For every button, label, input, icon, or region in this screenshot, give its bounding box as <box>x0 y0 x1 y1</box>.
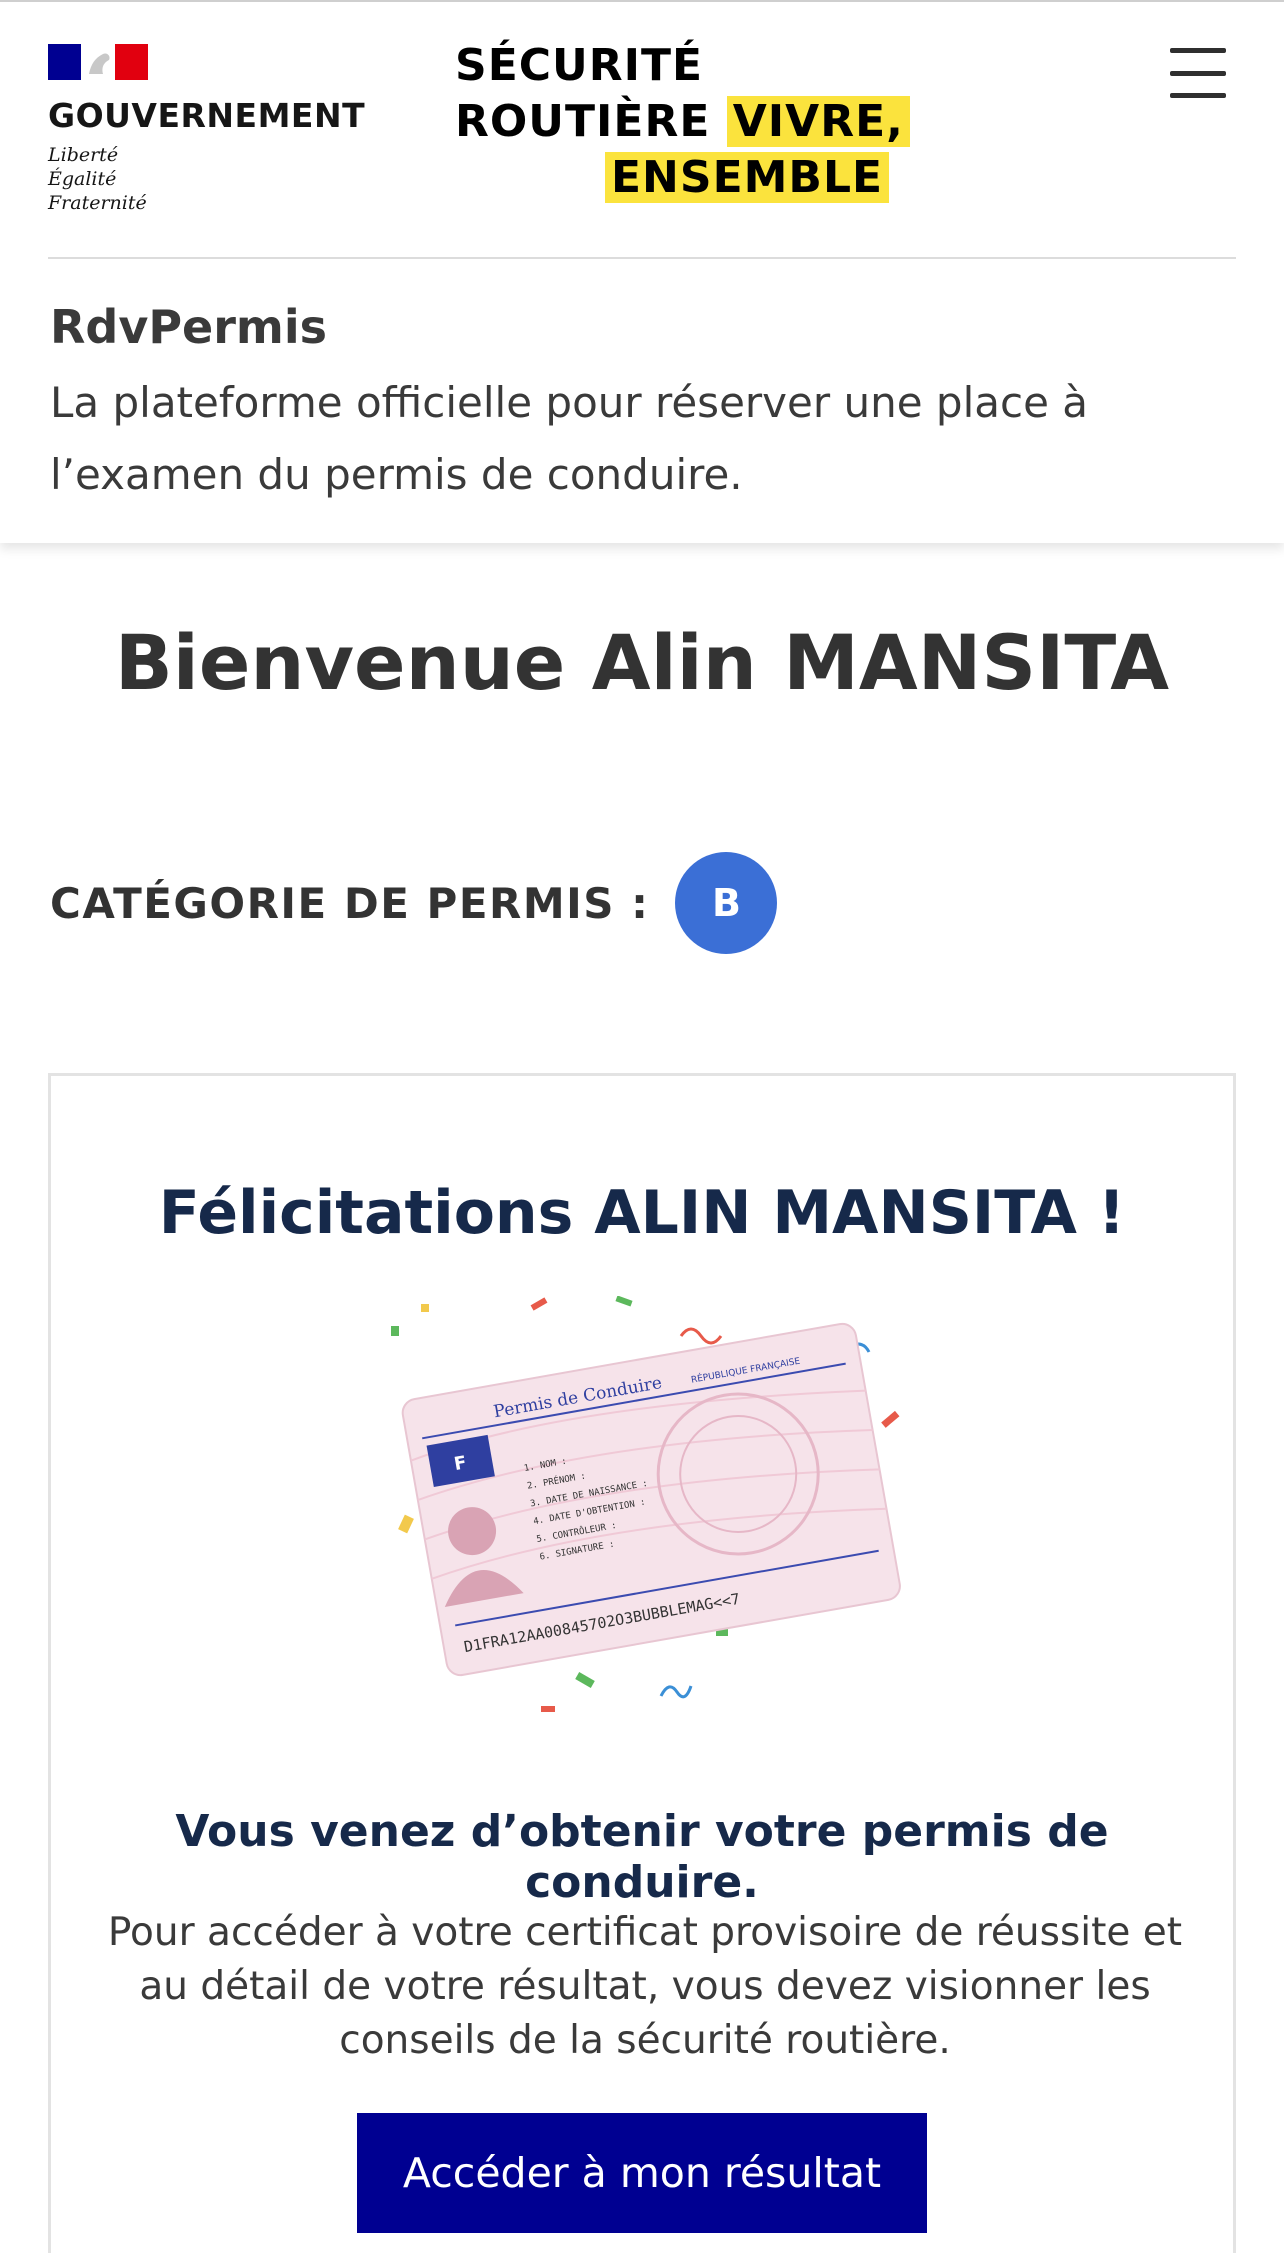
congratulations-heading: Félicitations ALIN MANSITA ! <box>51 1178 1233 1248</box>
government-logo[interactable]: GOUVERNEMENT Liberté Égalité Fraternité <box>48 44 365 215</box>
motto-fraternite: Fraternité <box>48 192 147 214</box>
header-divider <box>48 257 1236 259</box>
result-card: Félicitations ALIN MANSITA ! Permis de C… <box>48 1073 1236 2253</box>
access-result-button[interactable]: Accéder à mon résultat <box>357 2113 927 2233</box>
congrats-prefix: Félicitations <box>158 1178 595 1248</box>
license-obtained-heading: Vous venez d’obtenir votre permis de con… <box>175 1806 1109 1908</box>
welcome-heading: Bienvenue Alin MANSITA <box>114 618 1170 707</box>
category-label: CATÉGORIE DE PERMIS : <box>50 878 650 928</box>
driving-license-illustration: Permis de Conduire RÉPUBLIQUE FRANÇAISE … <box>381 1295 961 1726</box>
republic-motto: Liberté Égalité Fraternité <box>48 143 365 215</box>
securite-routiere-logo[interactable]: SÉCURITÉ ROUTIÈRE VIVRE, ENSEMBLE <box>455 38 910 206</box>
license-category: CATÉGORIE DE PERMIS : B <box>50 852 778 954</box>
brand-word-ensemble: ENSEMBLE <box>605 152 890 203</box>
app-name[interactable]: RdvPermis <box>50 300 327 354</box>
brand-word-routiere: ROUTIÈRE <box>455 96 711 147</box>
motto-egalite: Égalité <box>48 168 117 190</box>
license-card-graphic: Permis de Conduire RÉPUBLIQUE FRANÇAISE … <box>401 1322 901 1677</box>
government-title: GOUVERNEMENT <box>48 96 366 135</box>
hamburger-menu-icon[interactable] <box>1170 48 1226 98</box>
brand-line-2: ROUTIÈRE VIVRE, <box>455 94 910 150</box>
brand-line-1: SÉCURITÉ <box>455 40 704 91</box>
category-badge: B <box>675 852 778 954</box>
congrats-name: ALIN MANSITA ! <box>594 1178 1126 1248</box>
motto-liberte: Liberté <box>48 144 119 166</box>
app-description: La plateforme officielle pour réserver u… <box>50 378 1089 499</box>
french-flag-icon <box>48 44 148 80</box>
site-header: GOUVERNEMENT Liberté Égalité Fraternité … <box>0 0 1284 543</box>
result-info-text: Pour accéder à votre certificat provisoi… <box>107 1910 1183 2063</box>
brand-word-vivre: VIVRE, <box>726 96 910 147</box>
brand-line-3: ENSEMBLE <box>455 150 910 206</box>
